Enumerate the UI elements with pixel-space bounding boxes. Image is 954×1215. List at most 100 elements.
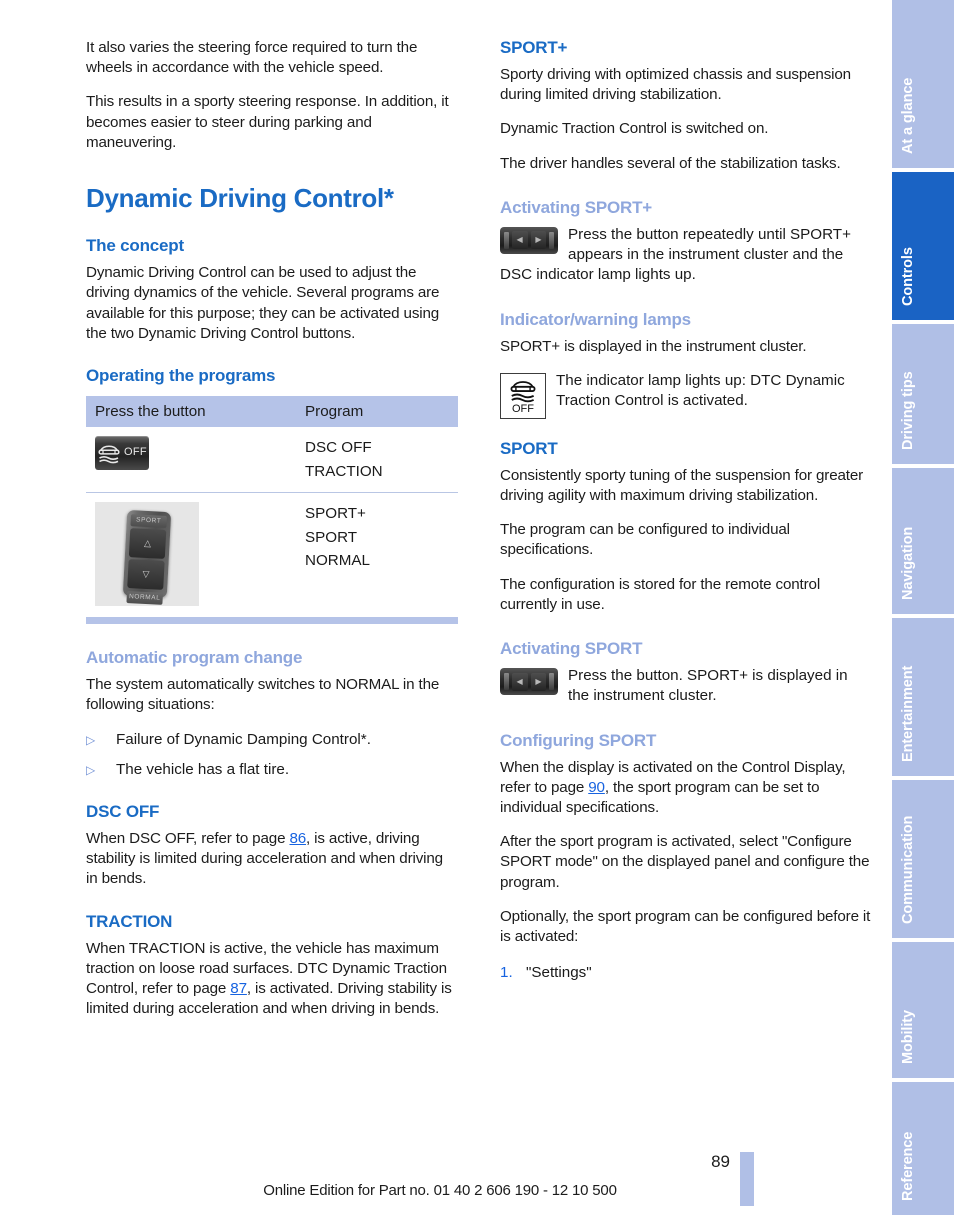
sidebar-item-controls[interactable]: Controls <box>892 172 954 320</box>
automatic-change-paragraph: The system automatically switches to NOR… <box>86 676 440 714</box>
table-row: OFF DSC OFF TRACTION <box>86 427 458 493</box>
indicator-lamps-paragraph: SPORT+ is displayed in the instrument cl… <box>500 337 807 355</box>
list-item-label: The vehicle has a flat tire. <box>116 760 290 778</box>
mini-rocker-left-bezel <box>504 673 509 691</box>
heading-operating-the-programs: Operating the programs <box>86 365 276 385</box>
heading-automatic-program-change: Automatic program change <box>86 648 303 668</box>
activating-sport-instruction: ◀ ▶ Press the button. SPORT+ is displaye… <box>500 666 872 706</box>
sidebar-item-label: Communication <box>900 815 916 924</box>
page-title: Dynamic Driving Control* <box>86 183 394 214</box>
heading-activating-sport: Activating SPORT <box>500 639 643 659</box>
sport-paragraph-3: The configuration is stored for the remo… <box>500 575 821 613</box>
activating-sport-text: Press the button. SPORT+ is displayed in… <box>568 667 848 705</box>
step-number: 1. <box>500 964 513 982</box>
right-column: SPORT+ Sporty driving with optimized cha… <box>500 38 872 993</box>
sport-paragraph-2: The program can be configured to individ… <box>500 521 790 559</box>
rocker-body: SPORT △ ▽ NORMAL <box>122 510 172 605</box>
sport-normal-rocker-switch-icon: SPORT △ ▽ NORMAL <box>95 502 199 607</box>
dsc-off-paragraph: When DSC OFF, refer to page 86, is activ… <box>86 829 458 890</box>
sidebar-item-reference[interactable]: Reference <box>892 1082 954 1215</box>
table-row: SPORT △ ▽ NORMAL SPORT+ SPORT NORMAL <box>86 492 458 616</box>
sidebar-item-navigation[interactable]: Navigation <box>892 468 954 614</box>
sidebar-item-mobility[interactable]: Mobility <box>892 942 954 1078</box>
mini-rocker-right-bezel <box>549 673 554 691</box>
traction-paragraph: When TRACTION is active, the vehicle has… <box>86 939 458 1020</box>
mini-rocker: ◀ ▶ <box>500 226 558 254</box>
list-item-label: Failure of Dynamic Damping Control*. <box>116 730 371 748</box>
step-label: "Settings" <box>526 964 592 982</box>
intro-paragraph-2: This results in a sporty steering respon… <box>86 93 449 151</box>
footer-text: Online Edition for Part no. 01 40 2 606 … <box>263 1182 617 1199</box>
lamp-off-label: OFF <box>512 402 534 415</box>
table-bottom-bar <box>86 617 458 625</box>
rocker-bottom-label: NORMAL <box>126 591 163 605</box>
mini-rocker-left-bezel <box>504 231 509 249</box>
sidebar-item-label: Navigation <box>900 526 916 600</box>
lamp-box: OFF <box>500 372 546 419</box>
rocker-up-key: △ <box>128 528 167 560</box>
rocker-down-key: ▽ <box>127 559 165 590</box>
page-number: 89 <box>711 1152 730 1171</box>
configuring-paragraph-2: After the sport program is activated, se… <box>500 833 870 891</box>
list-item: ▷ The vehicle has a flat tire. <box>86 760 458 780</box>
sidebar-item-communication[interactable]: Communication <box>892 780 954 938</box>
sidebar-item-label: At a glance <box>900 77 916 154</box>
sidebar-item-at-a-glance[interactable]: At a glance <box>892 0 954 168</box>
sidebar-item-label: Controls <box>900 247 916 306</box>
programs-table: Press the button Program OFF DSC OFF TRA… <box>86 395 458 616</box>
heading-activating-sport-plus: Activating SPORT+ <box>500 197 652 217</box>
column-header-press-the-button: Press the button <box>86 395 296 427</box>
indicator-lamp-instruction: OFF The indicator lamp lights up: DTC Dy… <box>500 371 872 419</box>
column-header-program: Program <box>296 395 458 427</box>
intro-paragraph-1: It also varies the steering force requir… <box>86 39 418 77</box>
sport-paragraph-1: Consistently sporty tuning of the suspen… <box>500 466 864 504</box>
mini-rocker: ◀ ▶ <box>500 668 558 696</box>
mini-rocker-left-key: ◀ <box>511 672 528 691</box>
heading-dsc-off: DSC OFF <box>86 801 160 821</box>
sidebar-item-label: Driving tips <box>900 371 916 450</box>
sidebar-item-driving-tips[interactable]: Driving tips <box>892 324 954 464</box>
indicator-lamp-text: The indicator lamp lights up: DTC Dynami… <box>556 371 845 409</box>
page-reference-link-87[interactable]: 87 <box>230 980 247 997</box>
manual-page: It also varies the steering force requir… <box>0 0 954 1215</box>
steering-wheel-rocker-button-icon: ◀ ▶ <box>500 226 558 254</box>
sidebar-item-label: Entertainment <box>900 665 916 762</box>
mini-rocker-left-key: ◀ <box>511 231 528 250</box>
section-navigation-sidebar: At a glance Controls Driving tips Naviga… <box>892 0 954 1215</box>
heading-configuring-sport: Configuring SPORT <box>500 730 657 750</box>
program-value: SPORT+ <box>305 505 366 523</box>
heading-the-concept: The concept <box>86 236 184 256</box>
page-reference-link-90[interactable]: 90 <box>588 779 605 796</box>
page-reference-link-86[interactable]: 86 <box>289 830 306 847</box>
triangle-bullet-icon: ▷ <box>86 762 96 777</box>
dsc-off-text-before: When DSC OFF, refer to page <box>86 829 290 847</box>
sidebar-item-label: Mobility <box>900 1010 916 1064</box>
table-cell-button-image: OFF <box>86 427 296 493</box>
rocker-top-label: SPORT <box>130 514 168 529</box>
table-cell-programs: DSC OFF TRACTION <box>296 427 458 493</box>
heading-traction: TRACTION <box>86 911 173 931</box>
program-value: DSC OFF <box>305 438 372 456</box>
dsc-off-button-icon: OFF <box>95 435 149 470</box>
numbered-step: 1. "Settings" <box>500 963 872 983</box>
two-column-body: It also varies the steering force requir… <box>86 38 872 1034</box>
mini-rocker-right-key: ▶ <box>530 231 547 250</box>
mini-rocker-right-key: ▶ <box>530 672 547 691</box>
triangle-bullet-icon: ▷ <box>86 732 96 747</box>
sidebar-item-label: Reference <box>900 1131 916 1201</box>
dtc-indicator-lamp-icon: OFF <box>500 372 546 419</box>
sport-plus-paragraph-3: The driver handles several of the stabil… <box>500 154 841 172</box>
heading-indicator-warning-lamps: Indicator/warning lamps <box>500 309 691 329</box>
list-item: ▷ Failure of Dynamic Damping Control*. <box>86 730 458 750</box>
heading-sport: SPORT <box>500 438 558 458</box>
dsc-off-label: OFF <box>124 446 147 459</box>
program-value: SPORT <box>305 528 358 546</box>
configuring-paragraph-1: When the display is activated on the Con… <box>500 758 872 819</box>
table-cell-programs: SPORT+ SPORT NORMAL <box>296 492 458 616</box>
sidebar-item-entertainment[interactable]: Entertainment <box>892 618 954 776</box>
mini-rocker-right-bezel <box>549 231 554 249</box>
configuring-paragraph-3: Optionally, the sport program can be con… <box>500 907 871 946</box>
sport-plus-paragraph-2: Dynamic Traction Control is switched on. <box>500 120 769 138</box>
heading-sport-plus: SPORT+ <box>500 38 568 57</box>
activating-sport-plus-instruction: ◀ ▶ Press the button repeatedly until SP… <box>500 225 872 286</box>
